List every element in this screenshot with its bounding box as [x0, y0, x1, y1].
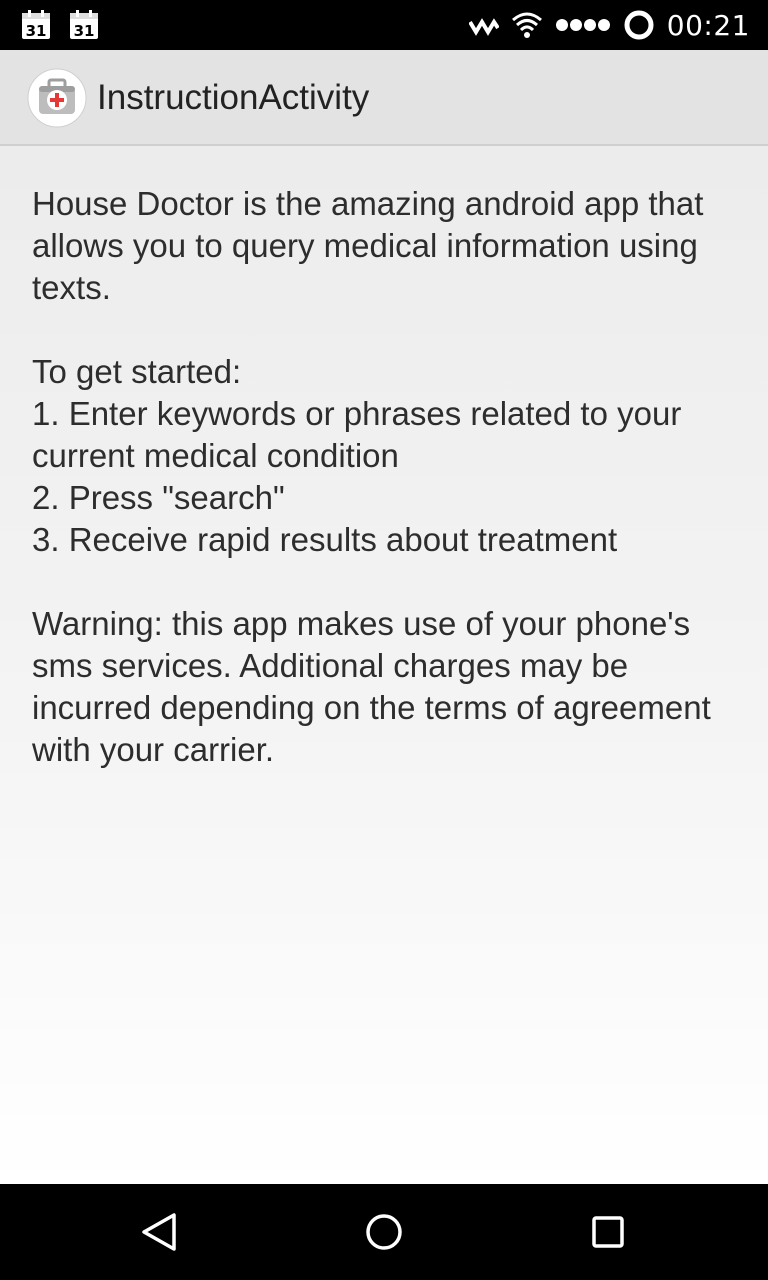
page-title: InstructionActivity: [97, 78, 370, 117]
warning-text: Warning: this app makes use of your phon…: [32, 605, 711, 768]
wifi-icon: [511, 12, 542, 38]
step-item: 1. Enter keywords or phrases related to …: [32, 395, 682, 474]
recent-apps-icon[interactable]: [583, 1207, 633, 1257]
status-time: 00:21: [666, 8, 750, 42]
dots-icon: [555, 19, 610, 31]
steps-heading: To get started:: [32, 353, 242, 390]
calendar-day: 31: [74, 22, 95, 40]
status-icons: 00:21: [468, 0, 750, 50]
status-bar: 31 31 00:21: [0, 0, 768, 50]
intro-text: House Doctor is the amazing android app …: [32, 185, 704, 306]
medical-kit-icon[interactable]: [27, 68, 87, 128]
navigation-bar: [0, 1184, 768, 1280]
screen: 31 31 00:21 InstructionActivity House Do…: [0, 0, 768, 1280]
instructions-text: House Doctor is the amazing android app …: [32, 183, 752, 771]
sync-ring-icon: [624, 10, 654, 40]
back-icon[interactable]: [134, 1207, 184, 1257]
home-icon[interactable]: [359, 1207, 409, 1257]
step-item: 3. Receive rapid results about treatment: [32, 521, 618, 558]
content-area: House Doctor is the amazing android app …: [0, 146, 768, 1184]
signal-strength-icon: [468, 18, 499, 36]
step-item: 2. Press "search": [32, 479, 285, 516]
calendar-icon: 31: [70, 10, 98, 40]
action-bar: InstructionActivity: [0, 50, 768, 146]
calendar-icon: 31: [22, 10, 50, 40]
calendar-day: 31: [26, 22, 47, 40]
